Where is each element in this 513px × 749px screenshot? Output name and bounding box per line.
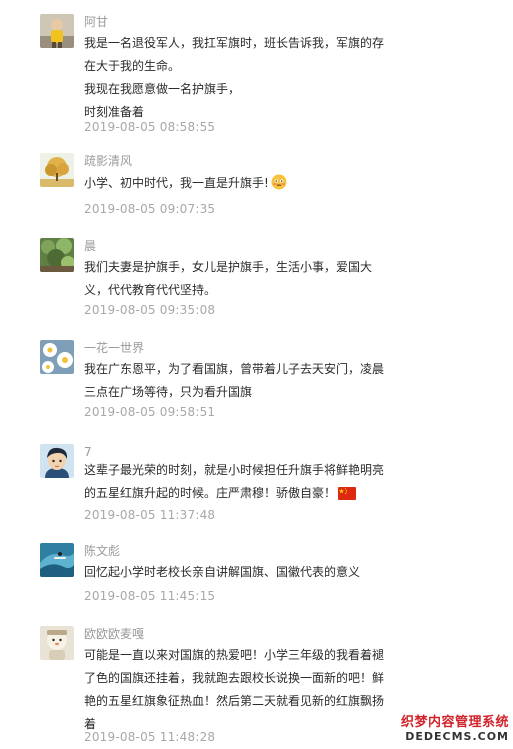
avatar[interactable] (40, 238, 74, 272)
comment-text: 可能是一直以来对国旗的热爱吧！小学三年级的我看着褪 了色的国旗还挂着，我就跑去跟… (84, 644, 402, 736)
surfing-wave-avatar (40, 543, 74, 577)
comment-timestamp: 2019-08-05 09:35:08 (84, 303, 216, 317)
comment-line: 在大于我的生命。 (84, 59, 181, 73)
comment-author: 阿甘 (84, 15, 109, 29)
site-watermark: 织梦内容管理系统 DEDECMS.COM (401, 711, 509, 743)
comment-author: 一花一世界 (84, 341, 145, 355)
comment-timestamp: 2019-08-05 09:58:51 (84, 405, 216, 419)
comment-text: 小学、初中时代，我一直是升旗手! (84, 172, 402, 198)
avatar[interactable] (40, 543, 74, 577)
comment-line: 了色的国旗还挂着，我就跑去跟校长说换一面新的吧！鲜 (84, 671, 385, 685)
comment-line: 我在广东恩平，为了看国旗，曾带着儿子去天安门，凌晨 (84, 362, 385, 376)
green-plants-avatar (40, 238, 74, 272)
comment-line: 回忆起小学时老校长亲自讲解国旗、国徽代表的意义 (84, 565, 361, 579)
comment-text: 我是一名退役军人，我扛军旗时，班长告诉我，军旗的存 在大于我的生命。 我现在我愿… (84, 32, 402, 124)
comment-line: 艳的五星红旗象征热血！然后第二天就看见新的红旗飘扬 (84, 694, 385, 708)
cartoon-boy-avatar (40, 444, 74, 478)
avatar[interactable] (40, 153, 74, 187)
comment-line: 这辈子最光荣的时刻，就是小时候担任升旗手将鲜艳明亮 (84, 463, 385, 477)
child-photo-avatar (40, 14, 74, 48)
comment-timestamp: 2019-08-05 08:58:55 (84, 120, 216, 134)
comment-author: 7 (84, 445, 92, 459)
comment-line: 可能是一直以来对国旗的热爱吧！小学三年级的我看着褪 (84, 648, 385, 662)
comment-line: 我现在我愿意做一名护旗手， (84, 82, 241, 96)
comment-line: 我是一名退役军人，我扛军旗时，班长告诉我，军旗的存 (84, 36, 385, 50)
embarrassed-face-emoji (271, 174, 287, 198)
comment-timestamp: 2019-08-05 11:45:15 (84, 589, 216, 603)
comment-text: 回忆起小学时老校长亲自讲解国旗、国徽代表的意义 (84, 561, 402, 584)
comment-author: 疏影清风 (84, 154, 133, 168)
watermark-domain: DEDECMS.COM (405, 730, 509, 743)
comment-line: 义，代代教育代代坚持。 (84, 283, 217, 297)
comment-text: 我们夫妻是护旗手，女儿是护旗手，生活小事，爱国大 义，代代教育代代坚持。 (84, 256, 402, 302)
comment-line: 三点在广场等待，只为看升国旗 (84, 385, 253, 399)
comment-text: 我在广东恩平，为了看国旗，曾带着儿子去天安门，凌晨 三点在广场等待，只为看升国旗 (84, 358, 402, 404)
comment-author: 欧欧欧麦嘎 (84, 627, 145, 641)
watermark-title: 织梦内容管理系统 (400, 715, 509, 730)
comment-text: 这辈子最光荣的时刻，就是小时候担任升旗手将鲜艳明亮 的五星红旗升起的时候。庄严肃… (84, 459, 402, 508)
comment-author: 晨 (84, 239, 97, 253)
comment-author: 陈文彪 (84, 544, 121, 558)
comment-line: 小学、初中时代，我一直是升旗手! (84, 172, 402, 198)
comment-line: 我们夫妻是护旗手，女儿是护旗手，生活小事，爱国大 (84, 260, 373, 274)
avatar[interactable] (40, 626, 74, 660)
comment-timestamp: 2019-08-05 09:07:35 (84, 202, 216, 216)
comment-timestamp: 2019-08-05 11:48:28 (84, 730, 216, 744)
china-flag-emoji (338, 485, 357, 508)
avatar[interactable] (40, 340, 74, 374)
avatar[interactable] (40, 444, 74, 478)
avatar[interactable] (40, 14, 74, 48)
comment-timestamp: 2019-08-05 11:37:48 (84, 508, 216, 522)
comment-line: 的五星红旗升起的时候。庄严肃穆！骄傲自豪！ (84, 482, 402, 508)
golden-tree-avatar (40, 153, 74, 187)
daisy-flowers-avatar (40, 340, 74, 374)
snowman-toy-avatar (40, 626, 74, 660)
